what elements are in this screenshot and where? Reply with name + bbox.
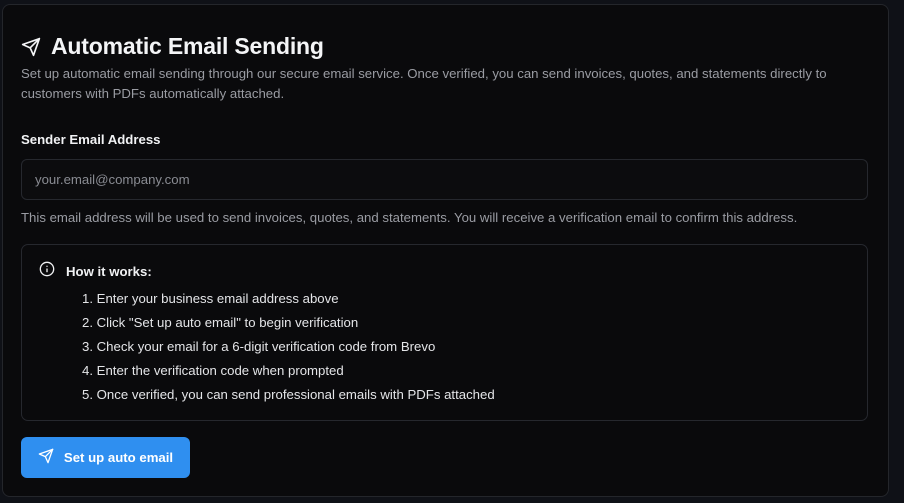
step-item: 4. Enter the verification code when prom… xyxy=(82,363,344,378)
send-icon xyxy=(38,448,54,467)
sender-email-helper: This email address will be used to send … xyxy=(21,210,798,225)
info-icon xyxy=(39,261,55,282)
steps-list: 1. Enter your business email address abo… xyxy=(82,287,495,407)
page-description: Set up automatic email sending through o… xyxy=(21,66,827,101)
step-item: 1. Enter your business email address abo… xyxy=(82,291,339,306)
step-item: 2. Click "Set up auto email" to begin ve… xyxy=(82,315,359,330)
how-it-works-title: How it works: xyxy=(66,264,152,279)
how-it-works-header: How it works: xyxy=(39,261,152,282)
step-item: 5. Once verified, you can send professio… xyxy=(82,387,495,402)
auto-email-card: Automatic Email Sending Set up automatic… xyxy=(2,4,889,497)
how-it-works-panel: How it works: 1. Enter your business ema… xyxy=(21,244,868,421)
set-up-auto-email-label: Set up auto email xyxy=(63,450,174,465)
set-up-auto-email-button[interactable]: Set up auto email xyxy=(21,437,190,478)
step-item: 3. Check your email for a 6-digit verifi… xyxy=(82,339,436,354)
card-header: Automatic Email Sending xyxy=(21,33,324,60)
page-title: Automatic Email Sending xyxy=(51,33,324,59)
sender-email-label: Sender Email Address xyxy=(21,132,161,147)
sender-email-input[interactable] xyxy=(21,159,868,200)
send-icon xyxy=(21,37,41,57)
